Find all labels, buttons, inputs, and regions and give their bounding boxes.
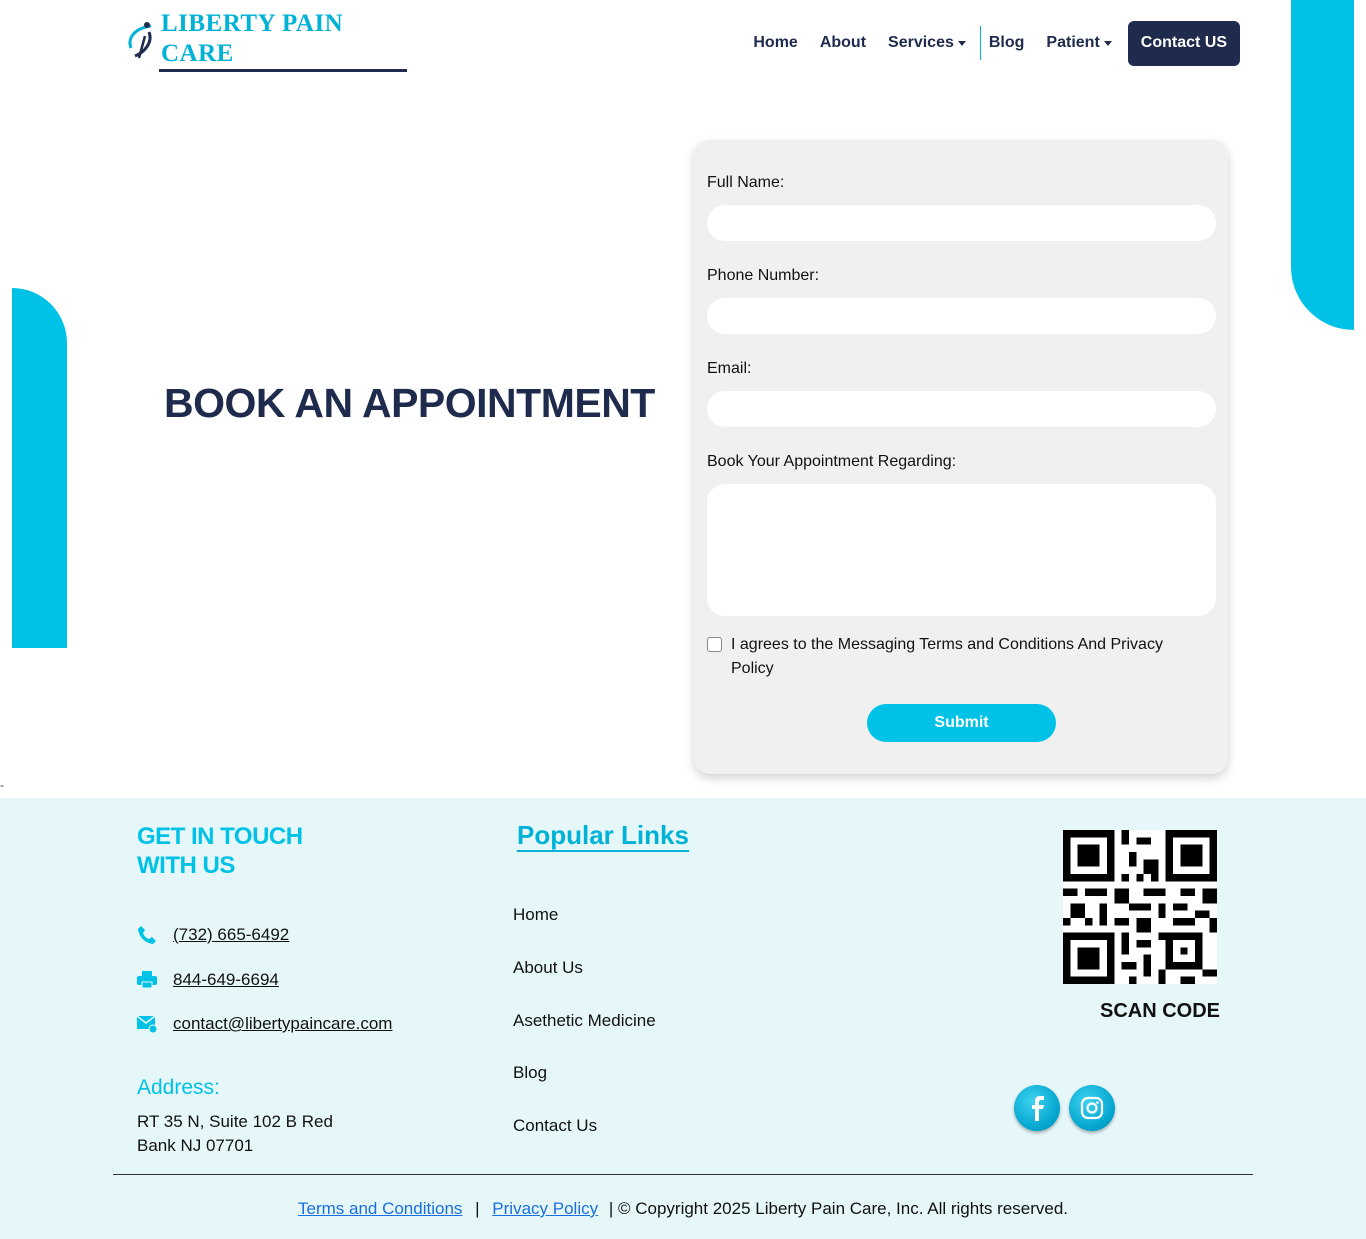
popular-links-heading: Popular Links: [517, 820, 689, 852]
nav-services[interactable]: Services: [888, 34, 966, 52]
fax-row: 844-649-6694: [137, 970, 279, 990]
full-name-input[interactable]: [707, 205, 1216, 241]
email-icon: [137, 1014, 157, 1034]
phone-label: Phone Number:: [707, 267, 820, 284]
fax-link[interactable]: 844-649-6694: [173, 970, 279, 990]
decorative-shape-right: [1291, 0, 1354, 330]
copyright-line: Terms and Conditions | Privacy Policy | …: [0, 1199, 1366, 1219]
phone-input[interactable]: [707, 298, 1216, 334]
submit-button[interactable]: Submit: [867, 704, 1056, 742]
main-nav: Home About Services Blog Patient Contact…: [731, 20, 1240, 66]
stray-dash: -: [0, 778, 4, 792]
copyright-text: | © Copyright 2025 Liberty Pain Care, In…: [608, 1199, 1069, 1218]
regarding-label: Book Your Appointment Regarding:: [707, 453, 957, 470]
email-row: contact@libertypaincare.com: [137, 1014, 392, 1034]
nav-about[interactable]: About: [820, 34, 866, 52]
nav-divider: [979, 26, 981, 60]
address-text: RT 35 N, Suite 102 B Red Bank NJ 07701: [137, 1112, 333, 1155]
facebook-icon[interactable]: [1014, 1085, 1060, 1131]
nav-patient-label: Patient: [1046, 34, 1100, 51]
logo-mark-icon: [125, 18, 159, 62]
get-in-touch-heading: GET IN TOUCH WITH US: [137, 823, 303, 879]
address-heading: Address:: [137, 1076, 220, 1099]
contact-us-button[interactable]: Contact US: [1127, 20, 1240, 66]
footer-link-about[interactable]: About Us: [513, 958, 583, 978]
decorative-shape-left: [12, 288, 67, 648]
privacy-link[interactable]: Privacy Policy: [492, 1199, 598, 1218]
chevron-down-icon: [957, 40, 966, 46]
phone-icon: [137, 925, 157, 945]
agree-checkbox[interactable]: [707, 637, 722, 652]
footer-divider: [113, 1174, 1253, 1175]
email-input[interactable]: [707, 391, 1216, 427]
scan-code-label: SCAN CODE: [1100, 1000, 1221, 1022]
instagram-icon[interactable]: [1069, 1085, 1115, 1131]
phone-link[interactable]: (732) 665-6492: [173, 925, 289, 945]
page-title: BOOK AN APPOINTMENT: [164, 380, 655, 426]
nav-patient[interactable]: Patient: [1046, 34, 1112, 52]
footer-link-aesthetic[interactable]: Asethetic Medicine: [513, 1011, 656, 1031]
site-logo[interactable]: LIBERTY PAIN CARE: [125, 10, 407, 72]
site-footer: GET IN TOUCH WITH US (732) 665-6492 844-…: [0, 798, 1366, 1239]
terms-link[interactable]: Terms and Conditions: [298, 1199, 462, 1218]
full-name-label: Full Name:: [707, 174, 785, 191]
email-link[interactable]: contact@libertypaincare.com: [173, 1014, 392, 1034]
footer-link-home[interactable]: Home: [513, 905, 558, 925]
nav-blog[interactable]: Blog: [989, 34, 1025, 52]
logo-text: LIBERTY PAIN CARE: [159, 9, 407, 72]
fax-icon: [137, 970, 157, 990]
footer-link-contact[interactable]: Contact Us: [513, 1116, 597, 1136]
regarding-textarea[interactable]: [707, 484, 1216, 616]
agree-text: I agrees to the Messaging Terms and Cond…: [731, 636, 1163, 677]
nav-services-label: Services: [888, 34, 954, 51]
appointment-form: Full Name: Phone Number: Email: Book You…: [694, 140, 1228, 774]
qr-code-icon: [1063, 830, 1217, 984]
footer-separator: |: [475, 1199, 480, 1218]
email-label: Email:: [707, 360, 752, 377]
nav-home[interactable]: Home: [753, 34, 797, 52]
chevron-down-icon: [1103, 40, 1112, 46]
phone-row: (732) 665-6492: [137, 925, 289, 945]
footer-link-blog[interactable]: Blog: [513, 1063, 547, 1083]
